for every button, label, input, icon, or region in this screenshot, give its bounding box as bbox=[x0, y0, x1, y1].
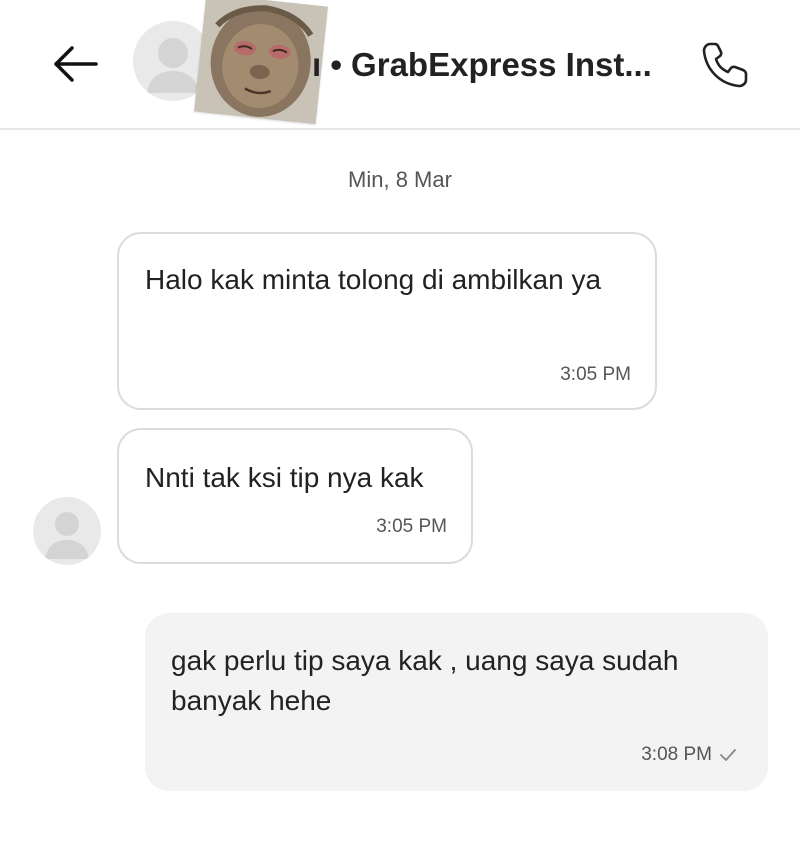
sender-avatar[interactable] bbox=[33, 497, 101, 565]
message-timestamp: 3:05 PM bbox=[376, 516, 447, 537]
message-text: Nnti tak ksi tip nya kak bbox=[145, 462, 424, 493]
message-text: Halo kak minta tolong di ambilkan ya bbox=[145, 264, 602, 295]
message-text: gak perlu tip saya kak , uang saya sudah… bbox=[171, 645, 679, 716]
back-button[interactable] bbox=[50, 42, 100, 86]
date-separator: Min, 8 Mar bbox=[348, 167, 452, 192]
arrow-left-icon bbox=[54, 46, 98, 82]
chat-header: ı • GrabExpress Inst... bbox=[0, 0, 800, 130]
message-status: 3:08 PM bbox=[641, 744, 738, 766]
outgoing-message-bubble[interactable]: gak perlu tip saya kak , uang saya sudah… bbox=[145, 613, 768, 791]
monkey-sticker-image bbox=[194, 0, 328, 125]
message-timestamp: 3:08 PM bbox=[641, 744, 712, 765]
incoming-message-bubble[interactable]: Nnti tak ksi tip nya kak 3:05 PM bbox=[117, 428, 473, 564]
message-timestamp: 3:05 PM bbox=[560, 364, 631, 385]
check-icon bbox=[720, 749, 736, 761]
phone-icon bbox=[702, 42, 748, 88]
user-placeholder-icon bbox=[45, 512, 89, 559]
incoming-message-bubble[interactable]: Halo kak minta tolong di ambilkan ya 3:0… bbox=[117, 232, 657, 410]
chat-title[interactable]: ı • GrabExpress Inst... bbox=[312, 44, 662, 86]
call-button[interactable] bbox=[698, 38, 752, 92]
